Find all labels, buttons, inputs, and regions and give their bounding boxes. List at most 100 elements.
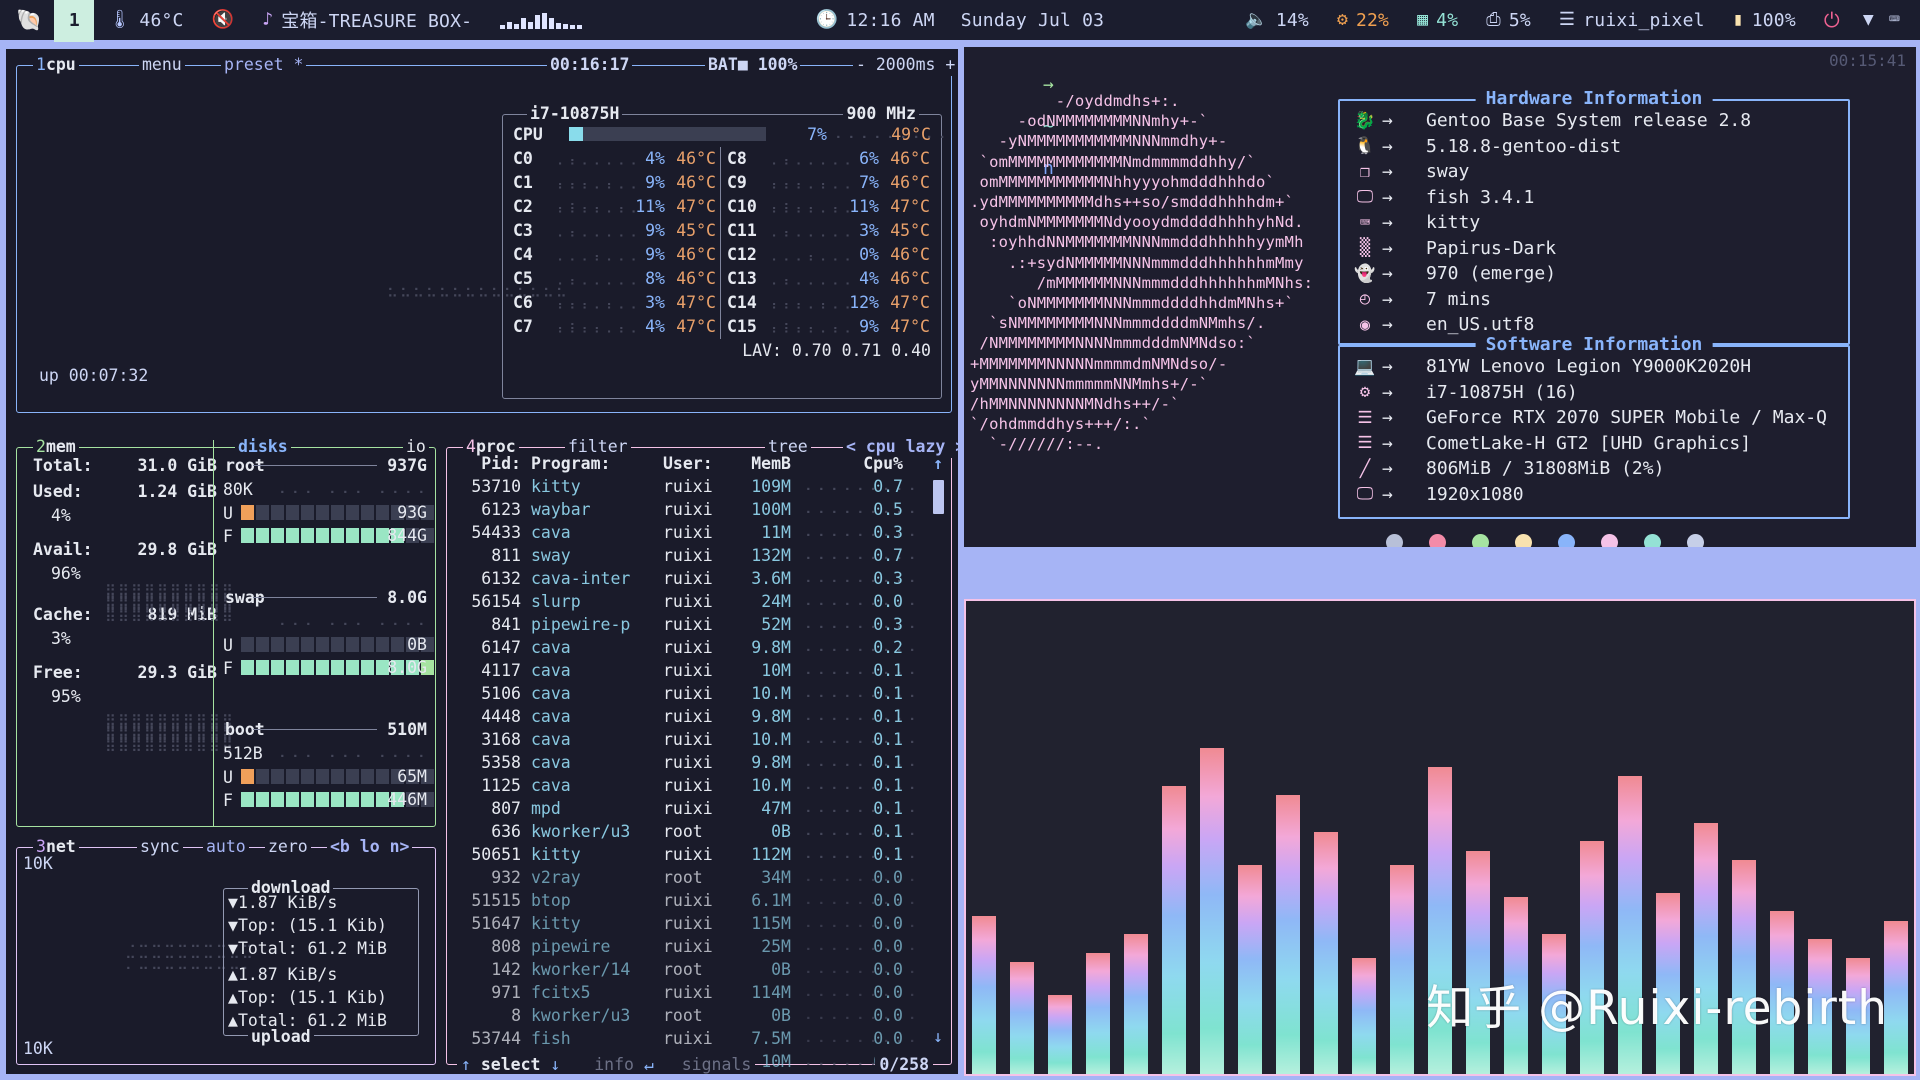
core-temp: 47°C [676,317,716,336]
tray-keyboard-button[interactable]: ⌨ [1883,0,1906,42]
proc-row[interactable]: 3168 cava ruixi 10.M ⠄⠄⠄⠄⠄⠄⠄⠄⠄ 0.1 [455,728,945,751]
proc-row[interactable]: 56154 slurp ruixi 24M ⠄⠄⠄⠄⠄⠄⠄⠄⠄ 0.0 [455,590,945,613]
cava-mini-bar [521,18,527,29]
header-user[interactable]: User: [663,452,713,475]
btop-menu-button[interactable]: menu [139,53,185,76]
update-minus-button[interactable]: - [856,55,866,74]
mute-module[interactable]: 🔇 [198,0,249,42]
proc-row[interactable]: 6147 cava ruixi 9.8M ⠄⠄⠄⠄⠄⠄⠄⠄⠄ 0.2 [455,636,945,659]
clock-module[interactable]: 🕒 12:16 AM Sunday Jul 03 [802,0,1118,42]
proc-row[interactable]: 142 kworker/14 root 0B ⠄⠄⠄⠄⠄⠄⠄⠄⠄ 0.0 [455,958,945,981]
update-plus-button[interactable]: + [945,55,955,74]
proc-row[interactable]: 811 sway ruixi 132M ⠄⠄⠄⠄⠄⠄⠄⠄⠄ 0.7 [455,544,945,567]
nf-value: 5.18.8-gentoo-dist [1426,135,1622,157]
cpu-core-row: C14 ⡄⡄⡄⡀⡄⡀⡀ 12% 47°C [727,291,932,315]
btop-mem-box[interactable]: 2mem Total: 31.0 GiB Used: 1.24 GiB 4% Avail:… [16,435,436,827]
proc-row[interactable]: 51647 kitty ruixi 115M ⠄⠄⠄⠄⠄⠄⠄⠄⠄ 0.0 [455,912,945,935]
proc-row[interactable]: 54433 cava ruixi 11M ⠄⠄⠄⠄⠄⠄⠄⠄⠄ 0.3 [455,521,945,544]
proc-scroll-up-arrow[interactable]: ↑ [933,452,943,475]
nf-value: Papirus-Dark [1426,237,1557,259]
btop-update-interval[interactable]: - 2000ms + [853,53,958,76]
proc-row[interactable]: 4117 cava ruixi 10M ⠄⠄⠄⠄⠄⠄⠄⠄⠄ 0.1 [455,659,945,682]
proc-mem: 10.M [751,776,791,795]
footer-select[interactable]: select [481,1055,541,1074]
cpu-total-meter [569,127,766,141]
disk-io: 80K [223,480,253,499]
btop-cpu-meters-box: i7-10875H 900 MHz CPU 7% ⠄⠄⠄⠄⠄⠄⠄⠄⠄ 49°C … [502,102,950,399]
disk-free: 446M [387,790,427,809]
proc-cpu: 0.0 [873,891,903,910]
cpu-core-row: C6 ⡄⡄⡄⡀⡄⡀⡀ 3% 47°C [513,291,718,315]
gentoo-logo-icon[interactable]: 🐚 [0,0,54,42]
header-program[interactable]: Program: [531,452,610,475]
proc-cpu: 0.3 [873,615,903,634]
net-zero-button[interactable]: zero [265,835,311,858]
network-module[interactable]: ☰ ruixi_pixel [1545,0,1719,42]
kitty-cava-window[interactable]: 00:15:56 知乎 @Ruixi-rebirth [964,599,1916,1076]
power-button[interactable]: ⏻ [1810,0,1854,42]
header-cpu[interactable]: Cpu% [859,452,903,475]
proc-mem: 3.6M [751,569,791,588]
proc-row[interactable]: 53710 kitty ruixi 109M ⠄⠄⠄⠄⠄⠄⠄⠄⠄ 0.7 [455,475,945,498]
net-sync-button[interactable]: sync [137,835,183,858]
proc-scrollbar[interactable] [933,480,944,514]
net-interface-selector[interactable]: <b lo n> [327,835,413,858]
footer-enter-key[interactable]: ↵ [644,1055,654,1074]
proc-row[interactable]: 5106 cava ruixi 10.M ⠄⠄⠄⠄⠄⠄⠄⠄⠄ 0.1 [455,682,945,705]
cpu-gear-icon: ⚙ [1336,9,1348,30]
proc-row[interactable]: 932 v2ray root 34M ⠄⠄⠄⠄⠄⠄⠄⠄⠄ 0.0 [455,866,945,889]
header-pid[interactable]: Pid: [455,452,521,475]
proc-scroll-down-arrow[interactable]: ↓ [933,1025,943,1048]
proc-user: ruixi [663,799,713,818]
proc-row[interactable]: 808 pipewire ruixi 25M ⠄⠄⠄⠄⠄⠄⠄⠄⠄ 0.0 [455,935,945,958]
proc-row[interactable]: 5358 cava ruixi 9.8M ⠄⠄⠄⠄⠄⠄⠄⠄⠄ 0.1 [455,751,945,774]
workspace-button-1[interactable]: 1 [54,0,95,42]
proc-row[interactable]: 971 fcitx5 ruixi 114M ⠄⠄⠄⠄⠄⠄⠄⠄⠄ 0.0 [455,981,945,1004]
proc-row[interactable]: 841 pipewire-p ruixi 52M ⠄⠄⠄⠄⠄⠄⠄⠄⠄ 0.3 [455,613,945,636]
cava-bar [1276,795,1300,1074]
proc-row[interactable]: 6132 cava-inter ruixi 3.6M ⠄⠄⠄⠄⠄⠄⠄⠄⠄ 0.3 [455,567,945,590]
proc-cpu: 0.1 [873,661,903,680]
footer-up-arrow[interactable]: ↑ [461,1055,471,1074]
proc-row[interactable]: 8 kworker/u3 root 0B ⠄⠄⠄⠄⠄⠄⠄⠄⠄ 0.0 [455,1004,945,1027]
btop-uptime-timer: 00:16:17 [547,53,633,76]
core-temp: 46°C [890,269,930,288]
proc-row[interactable]: 51515 btop ruixi 6.1M ⠄⠄⠄⠄⠄⠄⠄⠄⠄ 0.0 [455,889,945,912]
cpu-module[interactable]: ⚙ 22% [1323,0,1403,42]
mem-label: Total: [33,456,93,475]
proc-row[interactable]: 53744 fish ruixi 7.5M ⠄⠄⠄⠄⠄⠄⠄⠄⠄ 0.0 [455,1027,945,1050]
footer-down-arrow[interactable]: ↓ [550,1055,560,1074]
proc-row[interactable]: 6123 waybar ruixi 100M ⠄⠄⠄⠄⠄⠄⠄⠄⠄ 0.5 [455,498,945,521]
cpu-core-row: C9 ⡄⡄⡄⡀⡄⡀⡀ 7% 46°C [727,171,932,195]
gpu-module[interactable]: ▦ 4% [1403,0,1472,42]
footer-signals[interactable]: signals [682,1055,752,1074]
volume-module[interactable]: 🔈 14% [1231,0,1323,42]
proc-cpu: 0.0 [873,914,903,933]
btop-preset-button[interactable]: preset * [221,53,307,76]
net-auto-button[interactable]: auto [203,835,249,858]
btop-cpu-box[interactable]: 1cpu menu preset * 00:16:17 BAT■ 100% - … [16,53,958,413]
btop-window[interactable]: 1cpu menu preset * 00:16:17 BAT■ 100% - … [4,47,960,1076]
music-module[interactable]: ♪ 宝箱-TREASURE BOX- [248,0,486,42]
battery-module[interactable]: ▮ 100% [1719,0,1810,42]
battery-value: 100% [1751,9,1796,31]
arrow-icon: → [1382,135,1393,157]
btop-proc-box[interactable]: 4proc filter tree < cpu lazy > Pid: Prog… [446,435,958,1074]
kitty-neofetch-window[interactable]: 00:15:41 → ~ n -/oyddmdhs+:. -odNMMMMMMM… [964,47,1916,547]
core-temp: 46°C [676,269,716,288]
cava-mini-bar [563,24,569,29]
proc-row[interactable]: 4448 cava ruixi 9.8M ⠄⠄⠄⠄⠄⠄⠄⠄⠄ 0.1 [455,705,945,728]
temperature-module[interactable]: 🌡 46°C [94,0,197,42]
memory-module[interactable]: ⎙ 5% [1472,0,1545,42]
tray-vpn-button[interactable]: ▼ [1854,0,1883,42]
proc-row[interactable]: 50651 kitty ruixi 112M ⠄⠄⠄⠄⠄⠄⠄⠄⠄ 0.1 [455,843,945,866]
disk-size: 510M [387,720,427,739]
proc-row[interactable]: 1125 cava ruixi 10.M ⠄⠄⠄⠄⠄⠄⠄⠄⠄ 0.1 [455,774,945,797]
btop-net-box[interactable]: 3net sync auto zero <b lo n> 10K 10K ⠠⠤⠤… [16,835,436,1065]
footer-info[interactable]: info [594,1055,634,1074]
watermark: 知乎 @Ruixi-rebirth [1426,981,1888,1036]
proc-user: root [663,822,703,841]
header-mem[interactable]: MemB [737,452,791,475]
proc-row[interactable]: 807 mpd ruixi 47M ⠄⠄⠄⠄⠄⠄⠄⠄⠄ 0.1 [455,797,945,820]
proc-row[interactable]: 636 kworker/u3 root 0B ⠄⠄⠄⠄⠄⠄⠄⠄⠄ 0.1 [455,820,945,843]
